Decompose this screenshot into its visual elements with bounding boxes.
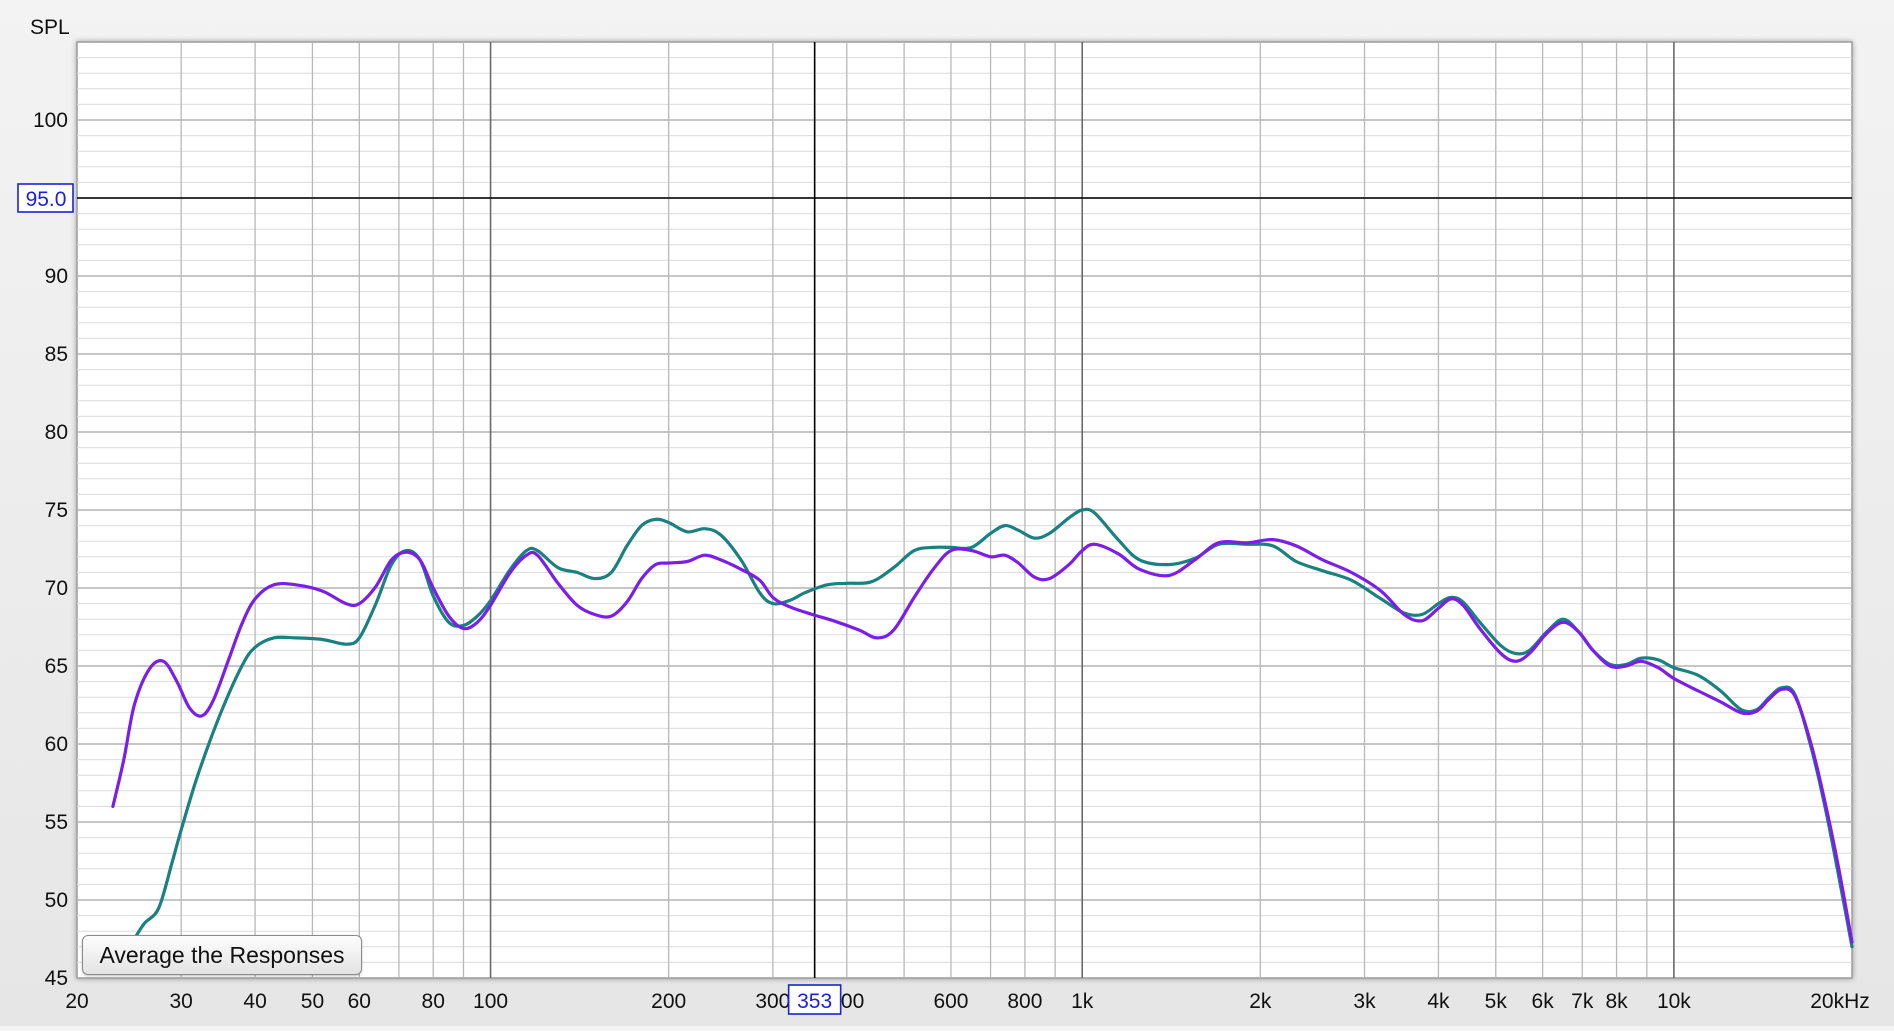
y-tick-label: 90 [45,265,68,288]
y-tick-label: 85 [45,343,68,366]
x-tick-label: 300 [755,990,790,1013]
x-tick-label: 40 [243,990,266,1013]
y-tick-label: 60 [45,733,68,756]
x-tick-label: 1k [1071,990,1094,1013]
x-axis: 20 30 40 50 60 80 100 200 300 400 600 800 1k 2k 3k 4k 5k… [65,984,1870,1015]
x-tick-label: 3k [1353,990,1376,1013]
x-tick-label: 4k [1427,990,1450,1013]
x-tick-label: 5k [1485,990,1508,1013]
x-tick-label: 800 [1007,990,1042,1013]
x-tick-label: 200 [651,990,686,1013]
x-tick-label: 8k [1605,990,1628,1013]
x-tick-label: 600 [933,990,968,1013]
y-tick-label: 65 [45,655,68,678]
y-cursor-readout: 95.0 [26,188,67,211]
y-axis-label: SPL [30,16,70,39]
x-tick-label: 2k [1249,990,1272,1013]
y-tick-label: 70 [45,577,68,600]
y-tick-label: 80 [45,421,68,444]
y-tick-label: 50 [45,889,68,912]
x-tick-label: 80 [422,990,445,1013]
average-responses-button[interactable]: Average the Responses [82,935,362,975]
grid [77,42,1852,978]
y-tick-label: 100 [33,109,68,132]
y-tick-label: 75 [45,499,68,522]
x-tick-label: 7k [1571,990,1594,1013]
spl-frequency-chart[interactable]: 45 50 55 60 65 70 75 80 85 90 100 95.0 20 30 40 50 60 80… [0,0,1894,1026]
x-cursor-readout: 353 [797,990,832,1013]
x-tick-label: 30 [170,990,193,1013]
y-tick-label: 55 [45,811,68,834]
x-tick-label: 60 [348,990,371,1013]
x-tick-label: 100 [473,990,508,1013]
x-tick-label: 20 [65,990,88,1013]
x-tick-label: 10k [1657,990,1691,1013]
x-tick-label: 20kHz [1810,990,1870,1013]
chart-canvas[interactable]: 45 50 55 60 65 70 75 80 85 90 100 95.0 20 30 40 50 60 80… [0,0,1894,1026]
x-tick-label: 6k [1532,990,1555,1013]
y-tick-label: 45 [45,967,68,990]
y-axis: 45 50 55 60 65 70 75 80 85 90 100 95.0 [17,109,74,990]
x-tick-label: 50 [301,990,324,1013]
